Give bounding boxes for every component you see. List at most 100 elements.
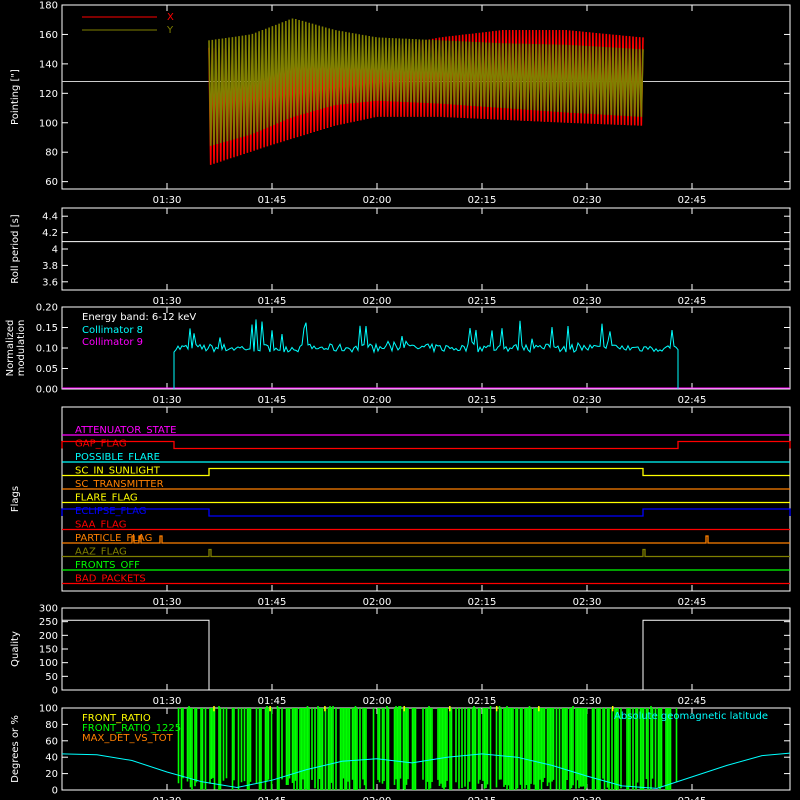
y-tick-label: 160 [39, 30, 58, 41]
y-tick-label: 60 [45, 736, 58, 747]
flag-label: GAP_FLAG [75, 439, 127, 450]
flag-line [61, 440, 791, 450]
y-axis-label: Quality [10, 631, 21, 667]
x-tick-label: 02:30 [573, 395, 602, 406]
x-tick-label: 02:00 [363, 796, 392, 800]
x-tick-label: 02:00 [363, 696, 392, 707]
y-axis-label: Flags [10, 486, 21, 512]
x-tick-label: 01:30 [153, 796, 182, 800]
x-tick-label: 02:45 [678, 796, 707, 800]
y-tick-label: 300 [39, 604, 58, 615]
x-tick-label: 01:45 [258, 796, 287, 800]
y-tick-label: 4 [52, 245, 58, 256]
y-tick-label: 100 [39, 118, 58, 129]
x-tick-label: 02:45 [678, 395, 707, 406]
flag-label: SC_TRANSMITTER [75, 479, 164, 490]
legend-entry: MAX_DET_VS_TOT [82, 733, 174, 744]
x-tick-label: 02:15 [468, 195, 497, 206]
x-tick-label: 01:45 [258, 195, 287, 206]
y-tick-label: 80 [45, 720, 58, 731]
x-tick-label: 01:45 [258, 696, 287, 707]
y-tick-label: 4.4 [42, 212, 58, 223]
x-tick-label: 02:30 [573, 696, 602, 707]
x-tick-label: 01:30 [153, 395, 182, 406]
flag-label: SC_IN_SUNLIGHT [75, 466, 161, 477]
x-tick-label: 01:30 [153, 696, 182, 707]
flag-line [62, 548, 790, 558]
y-tick-label: 150 [39, 645, 58, 656]
x-tick-label: 02:45 [678, 597, 707, 608]
y-tick-label: 140 [39, 59, 58, 70]
flag-label: POSSIBLE_FLARE [75, 452, 160, 463]
y-tick-label: 80 [45, 148, 58, 159]
x-tick-label: 02:00 [363, 597, 392, 608]
modulation-panel: 01:30 01:45 02:00 02:15 02:30 02:45 Normalized… [5, 303, 791, 406]
x-tick-label: 02:00 [363, 395, 392, 406]
y-axis-label: Roll period [s] [10, 214, 21, 283]
y-tick-label: 0 [52, 786, 58, 797]
y-tick-label: 4.2 [42, 228, 58, 239]
flag-line [61, 508, 791, 517]
flag-label: SAA_FLAG [75, 520, 126, 531]
y-tick-label: 250 [39, 617, 58, 628]
y-tick-label: 0.05 [36, 364, 58, 375]
y-tick-label: 200 [39, 631, 58, 642]
x-tick-label: 01:30 [153, 195, 182, 206]
y-tick-label: 0 [52, 686, 58, 697]
flag-line [62, 535, 790, 544]
flag-label: ATTENUATOR_STATE [75, 425, 176, 436]
x-tick-label: 02:30 [573, 796, 602, 800]
y-axis-label: Degrees or % [10, 715, 21, 783]
y-axis-label: modulation [16, 320, 27, 377]
ratios-panel: 01:30 01:45 02:00 02:15 02:30 02:45 Degrees or… [10, 704, 791, 800]
y-tick-label: 100 [39, 704, 58, 715]
chart-canvas: 01:30 01:45 02:00 02:15 02:30 02:45 Pointing [… [5, 1, 791, 800]
y-tick-label: 3.6 [42, 277, 58, 288]
x-tick-label: 01:45 [258, 296, 287, 307]
flag-line [62, 467, 790, 477]
x-tick-label: 02:45 [678, 296, 707, 307]
flag-label: FLARE_FLAG [75, 493, 138, 504]
x-tick-label: 01:45 [258, 395, 287, 406]
y-tick-label: 120 [39, 89, 58, 100]
x-tick-label: 02:15 [468, 796, 497, 800]
y-tick-label: 0.20 [36, 303, 58, 314]
y-tick-label: 20 [45, 769, 58, 780]
y-tick-label: 50 [45, 672, 58, 683]
flags-panel: 01:30 01:45 02:00 02:15 02:30 02:45 Flags ATTEN… [10, 406, 791, 608]
pointing-panel: 01:30 01:45 02:00 02:15 02:30 02:45 Pointing [… [10, 1, 791, 206]
y-axis-label: Normalized [5, 320, 16, 377]
x-tick-label: 01:30 [153, 296, 182, 307]
series-line [173, 319, 679, 389]
x-tick-label: 01:30 [153, 597, 182, 608]
flag-label: AAZ_FLAG [75, 547, 127, 558]
plot-frame [61, 207, 791, 291]
y-tick-label: 0.10 [36, 344, 58, 355]
y-axis-label: Pointing ["] [10, 69, 21, 125]
x-tick-label: 01:45 [258, 597, 287, 608]
x-tick-label: 02:15 [468, 696, 497, 707]
y-tick-label: 40 [45, 753, 58, 764]
y-tick-label: 100 [39, 658, 58, 669]
legend-entry: Absolute geomagnetic latitude [614, 711, 768, 722]
x-tick-label: 02:30 [573, 195, 602, 206]
legend-entry: Y [166, 25, 174, 36]
x-tick-label: 02:15 [468, 597, 497, 608]
x-tick-label: 02:30 [573, 597, 602, 608]
y-tick-label: 60 [45, 177, 58, 188]
x-tick-label: 02:15 [468, 296, 497, 307]
x-tick-label: 02:15 [468, 395, 497, 406]
flag-label: PARTICLE_FLAG [75, 533, 152, 544]
y-tick-label: 3.8 [42, 261, 58, 272]
x-tick-label: 02:30 [573, 296, 602, 307]
x-tick-label: 02:00 [363, 195, 392, 206]
series-line [62, 619, 790, 691]
legend-entry: X [167, 12, 174, 23]
flag-label: FRONTS_OFF [75, 560, 140, 571]
legend-entry: Collimator 9 [82, 337, 143, 348]
y-tick-label: 180 [39, 1, 58, 12]
annotation: Energy band: 6-12 keV [82, 312, 196, 323]
legend-entry: Collimator 8 [82, 325, 143, 336]
flag-label: BAD_PACKETS [75, 574, 146, 585]
y-tick-label: 0.15 [36, 323, 58, 334]
